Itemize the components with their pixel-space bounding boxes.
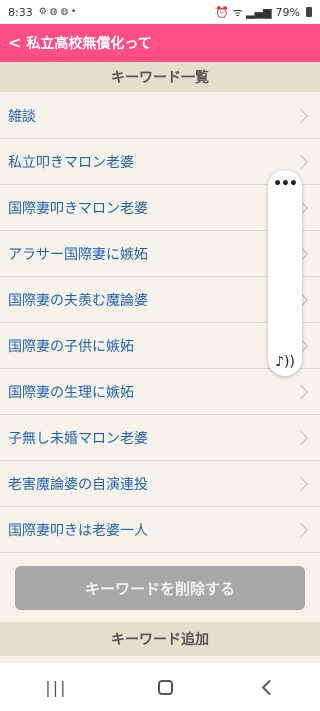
more-options-icon[interactable]: ••• [268,176,302,192]
keyword-label: 国際妻叩きは老婆一人 [8,522,148,539]
list-item[interactable]: 老害魔論婆の自演連投 [0,461,320,507]
recents-icon[interactable]: ||| [45,678,67,697]
status-bar: 8:33 ⚙ ◍ ◍ • ⏰ ᯤ ▂▄▆ 79% [0,0,320,24]
status-time: 8:33 [8,5,33,19]
battery-icon [306,7,312,17]
list-item[interactable]: 雑談 [0,93,320,139]
battery-text: 79% [275,5,300,19]
keyword-label: 国際妻の子供に嫉妬 [8,338,134,355]
system-icons: ⏰ ᯤ ▂▄▆ 79% [215,5,312,20]
keyword-label: 国際妻叩きマロン老婆 [8,200,148,217]
home-icon[interactable] [158,679,174,695]
back-nav-icon[interactable] [261,679,277,695]
keyword-label: アラサー国際妻に嫉妬 [8,246,148,263]
app-header: < 私立高校無償化って [0,24,320,62]
delete-keyword-button[interactable]: キーワードを削除する [15,566,305,610]
chevron-right-icon [293,522,309,537]
chevron-right-icon [293,476,309,491]
keyword-label: 国際妻の夫羨む魔論婆 [8,292,148,309]
keyword-list-header: キーワード一覧 [0,62,320,92]
keyword-label: 子無し未婚マロン老婆 [8,430,148,447]
keyword-label: 国際妻の生理に嫉妬 [8,384,134,401]
keyword-label: 雑談 [8,108,36,125]
chevron-right-icon [293,384,309,399]
system-nav-bar: ||| [0,663,320,711]
list-item[interactable]: 子無し未婚マロン老婆 [0,415,320,461]
notification-icons: ⚙ ◍ ◍ • [38,7,77,17]
keyword-add-header: キーワード追加 [0,622,320,656]
list-item[interactable]: 国際妻叩きは老婆一人 [0,507,320,553]
chevron-right-icon [293,154,309,169]
page-title[interactable]: 私立高校無償化って [26,33,151,53]
list-item[interactable]: 国際妻の生理に嫉妬 [0,369,320,415]
chevron-right-icon [293,108,309,123]
signal-icons: ⏰ ᯤ ▂▄▆ [215,5,272,19]
floating-panel: ••• ♪)) [268,170,302,376]
keyword-label: 私立叩きマロン老婆 [8,154,134,171]
back-arrow-icon[interactable]: < [8,35,21,51]
chevron-right-icon [293,430,309,445]
sound-icon[interactable]: ♪)) [268,354,302,370]
keyword-label: 老害魔論婆の自演連投 [8,476,148,493]
